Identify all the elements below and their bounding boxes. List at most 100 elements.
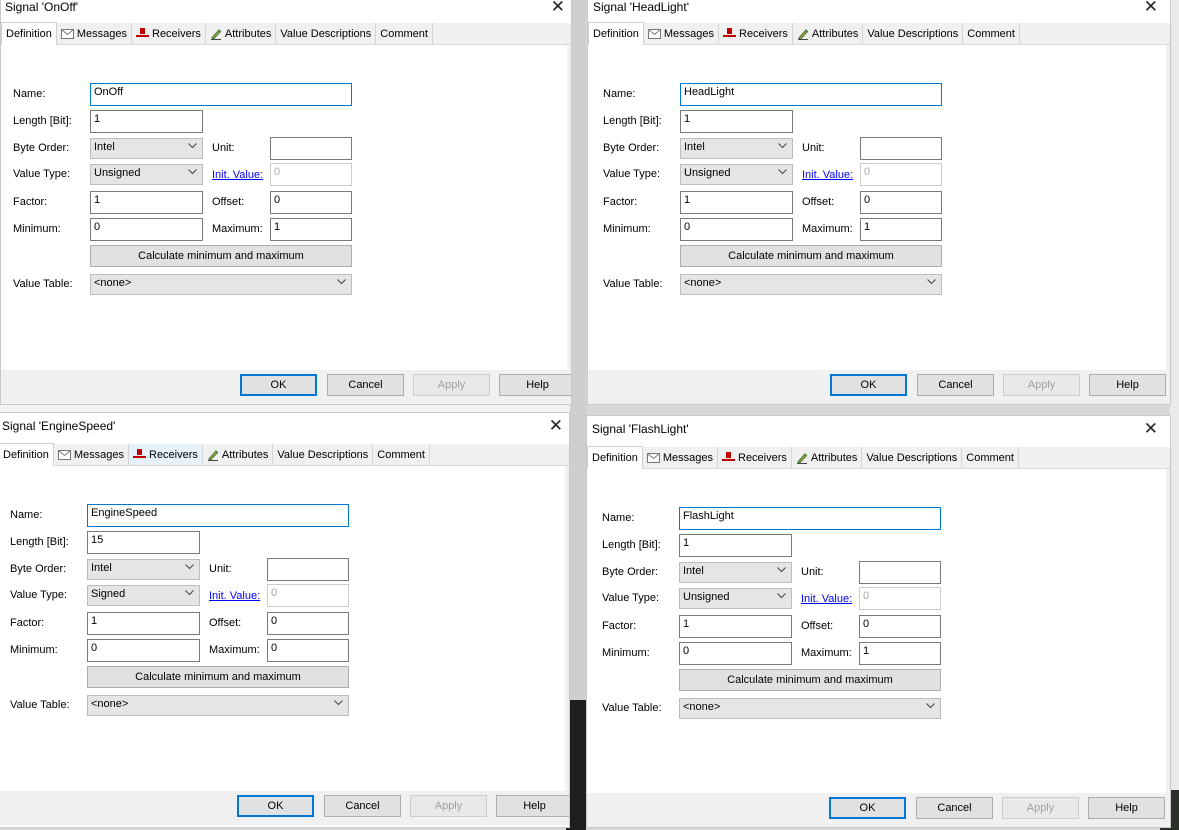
value-type-value: Unsigned <box>684 167 731 179</box>
name-field[interactable]: EngineSpeed <box>87 504 349 527</box>
signal-dialog-onoff: Signal 'OnOff' ✕ Definition Messages Rec… <box>0 0 572 405</box>
factor-field[interactable]: 1 <box>680 191 793 214</box>
unit-field[interactable] <box>270 137 352 160</box>
tab-comment[interactable]: Comment <box>376 23 433 44</box>
calculate-minmax-button[interactable]: Calculate minimum and maximum <box>679 669 941 691</box>
value-type-select[interactable]: Signed <box>87 585 200 606</box>
offset-label: Offset: <box>802 196 835 208</box>
tab-receivers[interactable]: Receivers <box>129 444 203 465</box>
byte-order-select[interactable]: Intel <box>87 559 200 580</box>
help-button[interactable]: Help <box>499 374 571 396</box>
tab-value-descriptions[interactable]: Value Descriptions <box>862 447 963 468</box>
help-button[interactable]: Help <box>1088 797 1165 819</box>
value-type-select[interactable]: Unsigned <box>90 164 203 185</box>
envelope-icon <box>57 449 71 460</box>
tab-attributes[interactable]: Attributes <box>793 23 864 44</box>
byte-order-select[interactable]: Intel <box>680 138 793 159</box>
tab-label: Definition <box>593 28 639 40</box>
tab-messages[interactable]: Messages <box>54 444 129 465</box>
ok-button[interactable]: OK <box>830 374 907 396</box>
init-value-link[interactable]: Init. Value: <box>212 169 263 181</box>
help-button[interactable]: Help <box>496 795 569 817</box>
tab-label: Comment <box>966 451 1014 464</box>
byte-order-select[interactable]: Intel <box>90 138 203 159</box>
cancel-button[interactable]: Cancel <box>327 374 404 396</box>
value-table-select[interactable]: <none> <box>679 698 941 719</box>
factor-field[interactable]: 1 <box>90 191 203 214</box>
scrollbar[interactable] <box>565 466 569 793</box>
close-icon[interactable]: ✕ <box>549 417 563 434</box>
ok-button[interactable]: OK <box>237 795 314 817</box>
ok-button[interactable]: OK <box>829 797 906 819</box>
tab-attributes[interactable]: Attributes <box>206 23 277 44</box>
cancel-button[interactable]: Cancel <box>916 797 993 819</box>
tab-receivers[interactable]: Receivers <box>132 23 206 44</box>
offset-field[interactable]: 0 <box>859 615 941 638</box>
scrollbar[interactable] <box>1166 45 1170 370</box>
maximum-field[interactable]: 1 <box>860 218 942 241</box>
cancel-button[interactable]: Cancel <box>917 374 994 396</box>
tab-value-descriptions[interactable]: Value Descriptions <box>273 444 374 465</box>
length-field[interactable]: 15 <box>87 531 200 554</box>
init-value-link[interactable]: Init. Value: <box>801 593 852 605</box>
scrollbar[interactable] <box>567 45 571 370</box>
tab-definition[interactable]: Definition <box>588 22 644 45</box>
value-table-select[interactable]: <none> <box>90 274 352 295</box>
factor-field[interactable]: 1 <box>87 612 200 635</box>
calculate-minmax-button[interactable]: Calculate minimum and maximum <box>90 245 352 267</box>
close-icon[interactable]: ✕ <box>551 0 565 15</box>
maximum-field[interactable]: 1 <box>859 642 941 665</box>
factor-field[interactable]: 1 <box>679 615 792 638</box>
length-field[interactable]: 1 <box>679 534 792 557</box>
value-table-select[interactable]: <none> <box>87 695 349 716</box>
tab-definition[interactable]: Definition <box>587 446 643 469</box>
offset-field[interactable]: 0 <box>267 612 349 635</box>
unit-field[interactable] <box>859 561 941 584</box>
tab-attributes[interactable]: Attributes <box>203 444 274 465</box>
calculate-minmax-button[interactable]: Calculate minimum and maximum <box>680 245 942 267</box>
tab-comment[interactable]: Comment <box>962 447 1019 468</box>
cancel-button[interactable]: Cancel <box>324 795 401 817</box>
init-value-link[interactable]: Init. Value: <box>209 590 260 602</box>
receiver-node-icon <box>133 449 146 458</box>
unit-field[interactable] <box>860 137 942 160</box>
tab-messages[interactable]: Messages <box>643 447 718 468</box>
tab-messages[interactable]: Messages <box>644 23 719 44</box>
length-field[interactable]: 1 <box>680 110 793 133</box>
init-value-link[interactable]: Init. Value: <box>802 169 853 181</box>
offset-field[interactable]: 0 <box>270 191 352 214</box>
close-icon[interactable]: ✕ <box>1144 0 1158 15</box>
minimum-field[interactable]: 0 <box>679 642 792 665</box>
tab-receivers[interactable]: Receivers <box>718 447 792 468</box>
minimum-field[interactable]: 0 <box>680 218 793 241</box>
unit-field[interactable] <box>267 558 349 581</box>
tab-messages[interactable]: Messages <box>57 23 132 44</box>
tab-receivers[interactable]: Receivers <box>719 23 793 44</box>
tab-value-descriptions[interactable]: Value Descriptions <box>863 23 964 44</box>
close-icon[interactable]: ✕ <box>1144 420 1158 437</box>
value-table-select[interactable]: <none> <box>680 274 942 295</box>
tab-comment[interactable]: Comment <box>963 23 1020 44</box>
name-field[interactable]: HeadLight <box>680 83 942 106</box>
offset-field[interactable]: 0 <box>860 191 942 214</box>
minimum-field[interactable]: 0 <box>87 639 200 662</box>
minimum-field[interactable]: 0 <box>90 218 203 241</box>
value-type-select[interactable]: Unsigned <box>679 588 792 609</box>
tab-comment[interactable]: Comment <box>373 444 430 465</box>
ok-button[interactable]: OK <box>240 374 317 396</box>
value-table-value: <none> <box>94 277 132 289</box>
tab-definition[interactable]: Definition <box>0 443 54 466</box>
length-field[interactable]: 1 <box>90 110 203 133</box>
tab-attributes[interactable]: Attributes <box>792 447 863 468</box>
maximum-field[interactable]: 1 <box>270 218 352 241</box>
tab-definition[interactable]: Definition <box>1 22 57 45</box>
calculate-minmax-button[interactable]: Calculate minimum and maximum <box>87 666 349 688</box>
name-field[interactable]: OnOff <box>90 83 352 106</box>
byte-order-select[interactable]: Intel <box>679 562 792 583</box>
scrollbar[interactable] <box>1166 469 1170 793</box>
name-field[interactable]: FlashLight <box>679 507 941 530</box>
value-type-select[interactable]: Unsigned <box>680 164 793 185</box>
tab-value-descriptions[interactable]: Value Descriptions <box>276 23 377 44</box>
maximum-field[interactable]: 0 <box>267 639 349 662</box>
help-button[interactable]: Help <box>1089 374 1166 396</box>
